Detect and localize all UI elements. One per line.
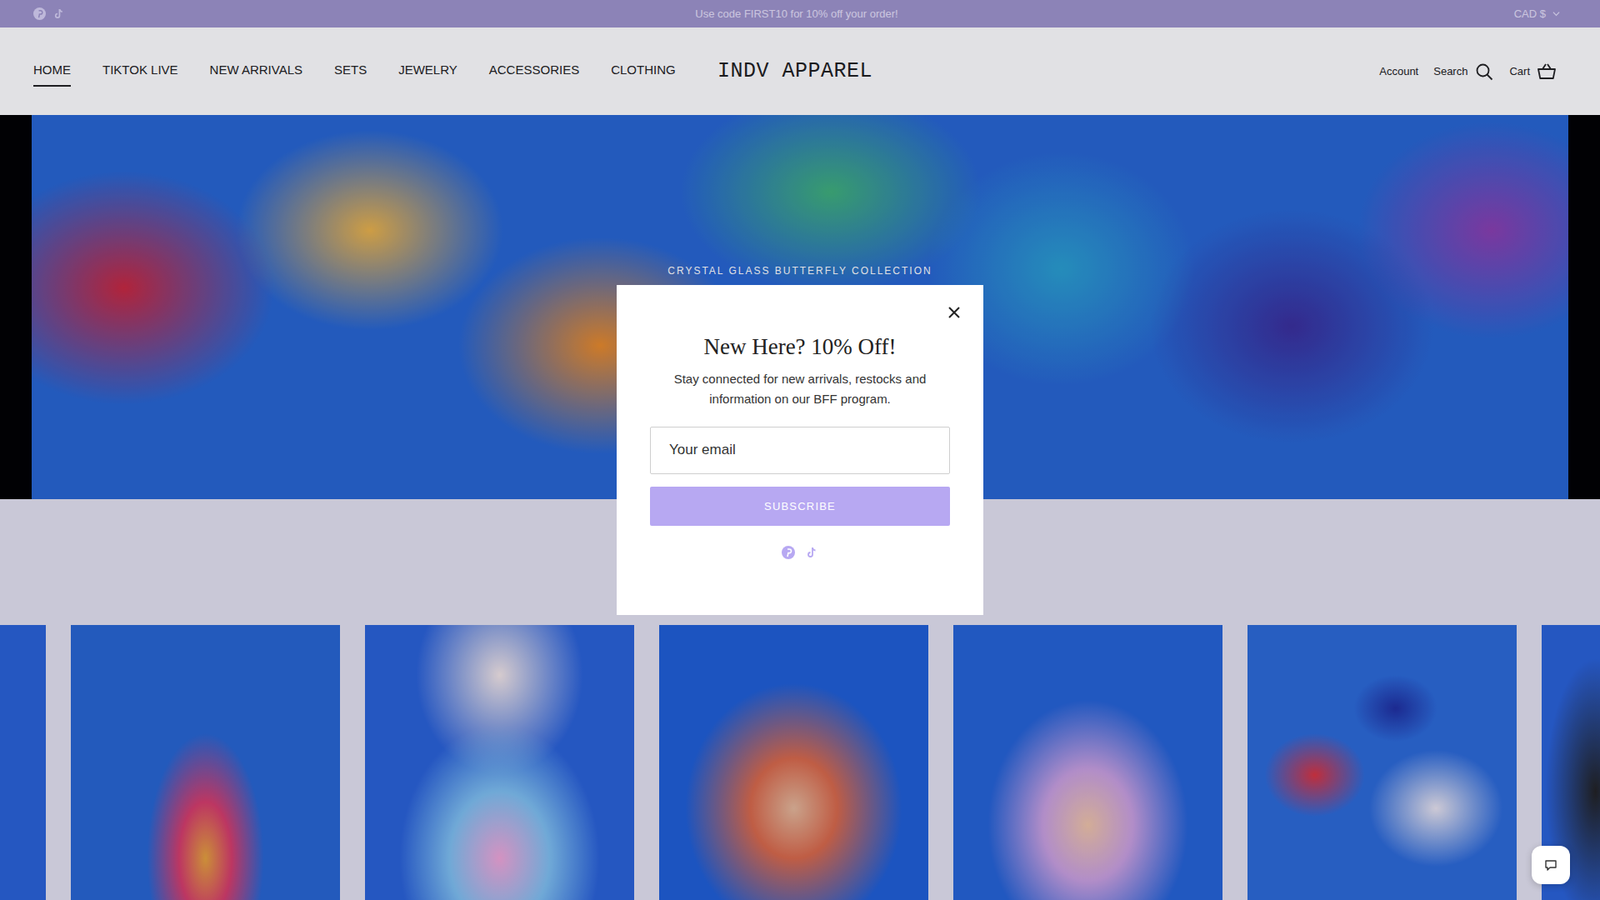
popup-text: Stay connected for new arrivals, restock… [650,369,950,410]
email-input[interactable] [650,426,950,475]
chat-button[interactable] [1531,845,1570,885]
modal-backdrop[interactable]: New Here? 10% Off! Stay connected for ne… [0,0,1600,900]
tiktok-icon [805,545,819,560]
signup-popup: New Here? 10% Off! Stay connected for ne… [616,285,984,615]
pinterest-icon [781,545,795,560]
close-icon [946,305,962,320]
popup-title: New Here? 10% Off! [650,333,950,361]
close-button[interactable] [945,303,964,322]
chat-icon [1544,858,1558,872]
tiktok-link[interactable] [805,545,819,560]
subscribe-button[interactable]: SUBSCRIBE [650,486,950,526]
pinterest-link[interactable] [781,545,795,560]
